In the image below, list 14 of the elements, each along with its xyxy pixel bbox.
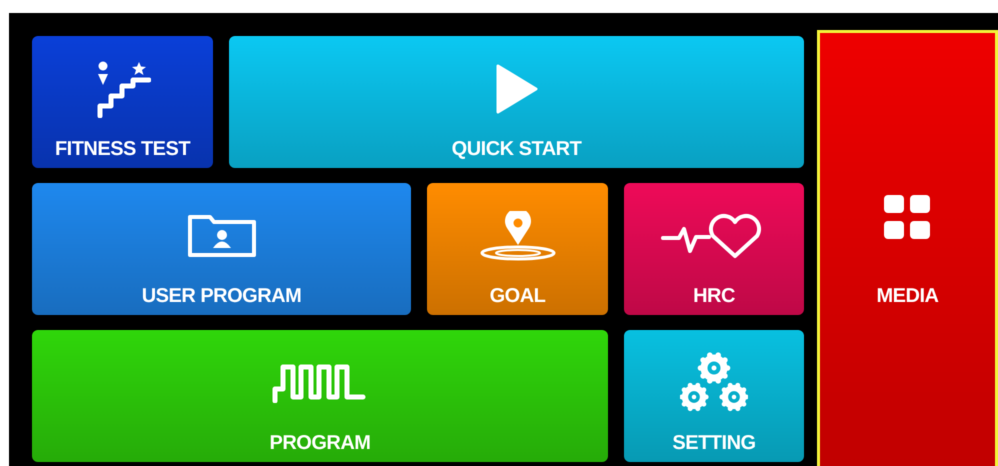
menu-tile[interactable]: GOAL — [427, 183, 608, 315]
menu-tile[interactable]: HRC — [624, 183, 804, 315]
menu-tile[interactable]: SETTING — [624, 330, 804, 462]
menu-tile[interactable]: PROGRAM — [32, 330, 608, 462]
square-wave-icon — [272, 363, 368, 403]
menu-tile[interactable]: USER PROGRAM — [32, 183, 411, 315]
apps-icon — [884, 195, 930, 241]
play-icon — [496, 64, 538, 114]
menu-tile[interactable]: MEDIA — [817, 30, 998, 466]
figure-on-stairs-icon — [94, 60, 150, 118]
menu-tile[interactable]: FITNESS TEST — [32, 36, 213, 168]
user-folder-icon — [186, 214, 256, 258]
menu-tile[interactable]: QUICK START — [229, 36, 804, 168]
location-pin-icon — [480, 211, 556, 261]
